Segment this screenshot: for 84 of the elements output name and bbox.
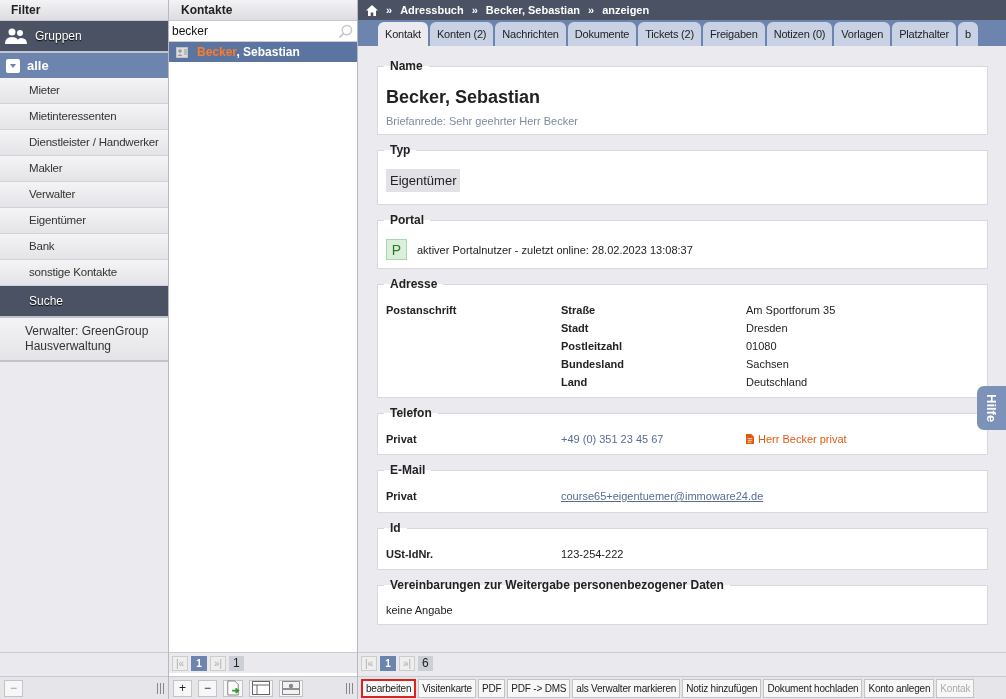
contact-name: Becker, Sebastian bbox=[386, 87, 542, 108]
field-value: Dresden bbox=[746, 321, 789, 335]
collapse-icon bbox=[6, 58, 20, 73]
section-title: Typ bbox=[384, 142, 417, 158]
action-button[interactable]: PDF bbox=[477, 678, 506, 698]
saved-search-item[interactable]: Verwalter: GreenGroup Hausverwaltung bbox=[0, 318, 168, 362]
remove-button[interactable]: − bbox=[198, 679, 217, 697]
tab[interactable]: Vorlagen bbox=[834, 22, 891, 46]
filter-item[interactable]: Verwalter bbox=[0, 182, 168, 208]
field-label: USt-IdNr. bbox=[386, 547, 435, 561]
tab[interactable]: b bbox=[957, 22, 978, 46]
document-icon bbox=[746, 434, 754, 444]
filter-item[interactable]: Mieter bbox=[0, 78, 168, 104]
column-header: Kontakte bbox=[169, 0, 357, 21]
card-view-button[interactable] bbox=[279, 679, 303, 697]
tab[interactable]: Kontakt bbox=[378, 22, 428, 46]
breadcrumb-separator: » bbox=[386, 4, 393, 16]
page-button[interactable]: 1 bbox=[191, 655, 207, 671]
phone-link[interactable]: +49 (0) 351 23 45 67 bbox=[561, 432, 746, 446]
column-header: Filter bbox=[0, 0, 168, 21]
tab[interactable]: Dokumente bbox=[567, 22, 637, 46]
breadcrumb-link[interactable]: Becker, Sebastian bbox=[485, 4, 580, 16]
contact-card-icon bbox=[176, 46, 188, 58]
page-count: 1 bbox=[229, 655, 244, 671]
search-field[interactable]: becker bbox=[172, 24, 338, 38]
table-view-button[interactable] bbox=[249, 679, 273, 697]
portal-badge: P bbox=[386, 239, 407, 260]
resize-grip[interactable] bbox=[157, 682, 164, 694]
action-button[interactable]: bearbeiten bbox=[361, 678, 417, 698]
salutation-text: Briefanrede: Sehr geehrter Herr Becker bbox=[386, 115, 579, 127]
field-label: Privat bbox=[386, 432, 418, 446]
field-label: Stadt bbox=[561, 321, 590, 335]
filter-item[interactable]: Makler bbox=[0, 156, 168, 182]
filter-item[interactable]: Eigentümer bbox=[0, 208, 168, 234]
field-label: Privat bbox=[386, 489, 418, 504]
breadcrumb-separator: » bbox=[471, 4, 478, 16]
filter-header[interactable]: Gruppen bbox=[0, 21, 168, 53]
home-icon[interactable] bbox=[366, 4, 378, 16]
people-icon bbox=[5, 28, 27, 44]
action-button[interactable]: Dokument hochladen bbox=[763, 678, 863, 698]
search-icon bbox=[338, 23, 353, 39]
field-label: Postleitzahl bbox=[561, 339, 624, 353]
field-label: Land bbox=[561, 375, 589, 389]
type-tag: Eigentümer bbox=[386, 169, 461, 192]
action-button[interactable]: Visitenkarte bbox=[418, 678, 476, 698]
field-value: Sachsen bbox=[746, 357, 790, 371]
tab[interactable]: Tickets (2) bbox=[638, 22, 701, 46]
field-value: Am Sportforum 35 bbox=[746, 303, 837, 317]
tab[interactable]: Platzhalter bbox=[892, 22, 956, 46]
filter-item[interactable]: Mietinteressenten bbox=[0, 104, 168, 130]
breadcrumb-separator: » bbox=[588, 4, 595, 16]
field-value: keine Angabe bbox=[386, 604, 454, 616]
portal-status: aktiver Portalnutzer - zuletzt online: 28.02.2023 13:08:37 bbox=[417, 243, 693, 256]
tab[interactable]: Freigaben bbox=[702, 22, 765, 46]
field-value: Deutschland bbox=[746, 375, 809, 389]
export-button[interactable] bbox=[223, 679, 243, 697]
contact-name: Becker, Sebastian bbox=[197, 45, 300, 59]
filter-item[interactable]: Dienstleister / Handwerker bbox=[0, 130, 168, 156]
filter-item[interactable]: sonstige Kontakte bbox=[0, 260, 168, 286]
contact-row[interactable]: Becker, Sebastian bbox=[169, 42, 357, 62]
field-value: 123-254-222 bbox=[561, 547, 625, 561]
action-button[interactable]: PDF -> DMS bbox=[507, 678, 571, 698]
filter-header[interactable]: Suche bbox=[0, 286, 168, 318]
field-label: Postanschrift bbox=[386, 303, 458, 317]
tab[interactable]: Nachrichten bbox=[495, 22, 566, 46]
action-button[interactable]: Notiz hinzufügen bbox=[682, 678, 762, 698]
field-label: Straße bbox=[561, 303, 597, 317]
field-label: Bundesland bbox=[561, 357, 625, 371]
section-title: Vereinbarungen zur Weitergabe personenbezogener Daten bbox=[384, 577, 730, 593]
action-button[interactable]: als Verwalter markieren bbox=[572, 678, 681, 698]
filter-group[interactable]: alle bbox=[0, 53, 168, 78]
tab[interactable]: Notizen (0) bbox=[766, 22, 833, 46]
page-count: 6 bbox=[418, 655, 433, 671]
breadcrumb-link[interactable]: Adressbuch bbox=[400, 4, 464, 16]
tab[interactable]: Konten (2) bbox=[429, 22, 494, 46]
breadcrumb-link[interactable]: anzeigen bbox=[602, 4, 650, 16]
action-button[interactable]: Konto anlegen bbox=[864, 678, 935, 698]
page-button[interactable]: 1 bbox=[380, 655, 396, 671]
note-link[interactable]: Herr Becker privat bbox=[758, 432, 847, 446]
resize-grip[interactable] bbox=[346, 682, 353, 694]
filter-item[interactable]: Bank bbox=[0, 234, 168, 260]
field-value: 01080 bbox=[746, 339, 778, 353]
email-link[interactable]: course65+eigentuemer@immoware24.de bbox=[561, 489, 764, 504]
add-button[interactable]: + bbox=[173, 679, 192, 697]
